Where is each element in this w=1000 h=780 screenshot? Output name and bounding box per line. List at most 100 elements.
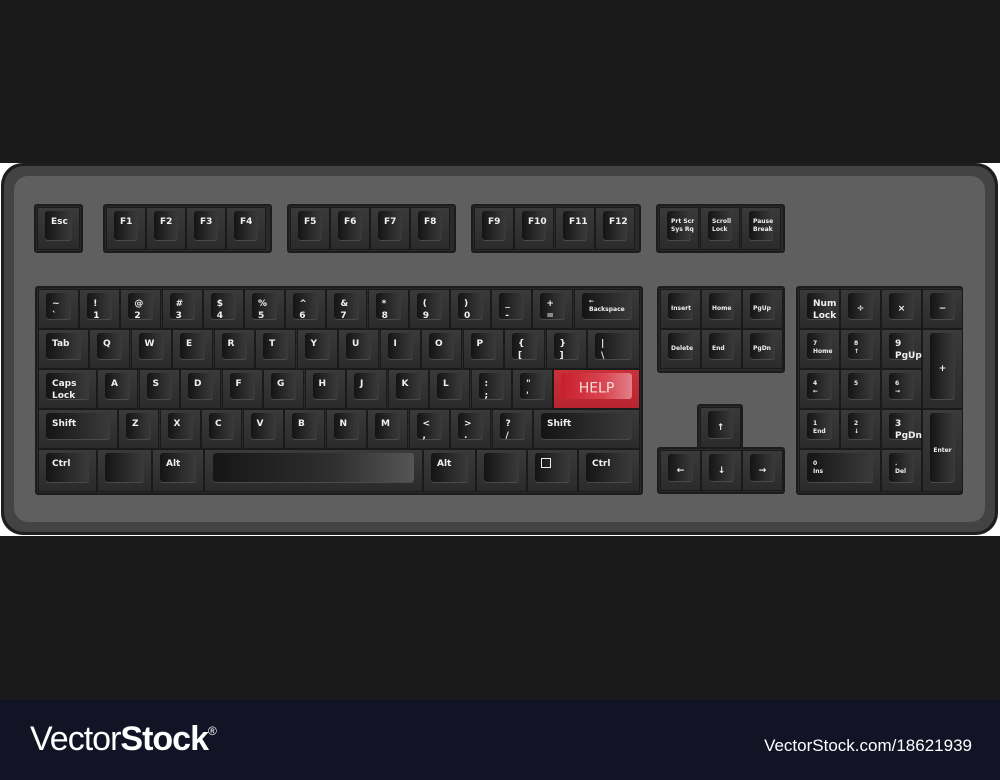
key-num2[interactable]: 2 ↓ [840, 409, 881, 449]
key-capslock[interactable]: Caps Lock [38, 369, 97, 409]
key-num8[interactable]: 8 ↑ [840, 329, 881, 369]
key-f5[interactable]: F5 [290, 207, 330, 250]
key-6[interactable]: ^ 6 [285, 289, 327, 329]
key-4[interactable]: $ 4 [202, 289, 244, 329]
key-p[interactable]: P [462, 329, 504, 369]
key-5[interactable]: % 5 [244, 289, 285, 329]
key-num7[interactable]: 7 Home [799, 329, 840, 369]
key-f[interactable]: F [221, 369, 263, 409]
key-0[interactable]: ) 0 [450, 289, 491, 329]
key-2[interactable]: @ 2 [120, 289, 162, 329]
key-tab[interactable]: Tab [38, 329, 89, 369]
key-f2[interactable]: F2 [146, 207, 186, 250]
key-u[interactable]: U [338, 329, 379, 369]
key-f7[interactable]: F7 [370, 207, 410, 250]
key-l[interactable]: L [429, 369, 470, 409]
key-delete[interactable]: Delete [660, 329, 701, 369]
key-minus[interactable]: _ - [491, 289, 533, 329]
key-equals[interactable]: + = [532, 289, 574, 329]
key-9[interactable]: ( 9 [408, 289, 450, 329]
key-z[interactable]: Z [118, 409, 159, 449]
key-f9[interactable]: F9 [474, 207, 514, 250]
key-quote[interactable]: " ' [512, 369, 553, 409]
key-num1[interactable]: 1 End [799, 409, 840, 449]
key-period[interactable]: > . [450, 409, 491, 449]
key-numlock[interactable]: Num Lock [799, 289, 840, 329]
key-left[interactable]: ← [660, 450, 701, 491]
key-add[interactable]: + [922, 329, 963, 409]
key-enter[interactable]: Enter [922, 409, 963, 492]
key-n[interactable]: N [325, 409, 367, 449]
key-lbracket[interactable]: { [ [504, 329, 545, 369]
key-8[interactable]: * 8 [367, 289, 409, 329]
key-lalt[interactable]: Alt [152, 449, 204, 492]
key-num0[interactable]: 0 Ins [799, 449, 881, 492]
key-s[interactable]: S [138, 369, 180, 409]
key-m[interactable]: M [367, 409, 408, 449]
key-f8[interactable]: F8 [410, 207, 450, 250]
key-semicolon[interactable]: : ; [470, 369, 512, 409]
key-y[interactable]: Y [296, 329, 338, 369]
key-f11[interactable]: F11 [555, 207, 595, 250]
key-v[interactable]: V [242, 409, 284, 449]
key-insert[interactable]: Insert [660, 289, 701, 329]
key-g[interactable]: G [263, 369, 304, 409]
key-num4[interactable]: 4 ← [799, 369, 840, 409]
key-7[interactable]: & 7 [326, 289, 368, 329]
key-1[interactable]: ! 1 [79, 289, 121, 329]
key-space[interactable] [204, 449, 423, 492]
key-decimal[interactable]: . Del [881, 449, 922, 492]
key-pgdn[interactable]: PgDn [742, 329, 783, 369]
key-b[interactable]: B [284, 409, 325, 449]
key-up[interactable]: ↑ [700, 407, 741, 448]
key-subtract[interactable]: − [922, 289, 963, 329]
key-h[interactable]: H [304, 369, 346, 409]
key-multiply[interactable]: × [881, 289, 922, 329]
key-backtick[interactable]: ~ ` [38, 289, 79, 329]
key-f12[interactable]: F12 [595, 207, 635, 250]
key-slash[interactable]: ? / [491, 409, 533, 449]
key-x[interactable]: X [159, 409, 201, 449]
key-num9[interactable]: 9 PgUp [881, 329, 922, 369]
key-down[interactable]: ↓ [701, 450, 742, 491]
key-t[interactable]: T [255, 329, 296, 369]
key-a[interactable]: A [97, 369, 138, 409]
key-f6[interactable]: F6 [330, 207, 370, 250]
key-pausebreak[interactable]: Pause Break [741, 207, 781, 250]
key-f10[interactable]: F10 [514, 207, 554, 250]
key-e[interactable]: E [172, 329, 213, 369]
key-r[interactable]: R [213, 329, 255, 369]
key-scrolllock[interactable]: Scroll Lock [700, 207, 740, 250]
key-prtscr[interactable]: Prt Scr Sys Rq [659, 207, 699, 250]
key-pgup[interactable]: PgUp [742, 289, 783, 329]
key-num3[interactable]: 3 PgDn [881, 409, 922, 449]
key-j[interactable]: J [346, 369, 387, 409]
key-rwin[interactable] [476, 449, 527, 492]
key-lctrl[interactable]: Ctrl [38, 449, 97, 492]
key-num6[interactable]: 6 → [881, 369, 922, 409]
key-divide[interactable]: ÷ [840, 289, 881, 329]
key-w[interactable]: W [130, 329, 172, 369]
key-help[interactable]: HELP [553, 369, 640, 409]
key-f3[interactable]: F3 [186, 207, 226, 250]
key-backspace[interactable]: ← Backspace [574, 289, 640, 329]
key-q[interactable]: Q [89, 329, 130, 369]
key-comma[interactable]: < , [408, 409, 450, 449]
key-num5[interactable]: 5 [840, 369, 881, 409]
key-d[interactable]: D [180, 369, 221, 409]
key-i[interactable]: I [379, 329, 421, 369]
key-esc[interactable]: Esc [37, 207, 80, 250]
key-rctrl[interactable]: Ctrl [578, 449, 640, 492]
key-lwin[interactable] [97, 449, 152, 492]
key-backslash[interactable]: | \ [587, 329, 640, 369]
key-menu[interactable] [527, 449, 578, 492]
key-rbracket[interactable]: } ] [545, 329, 587, 369]
key-lshift[interactable]: Shift [38, 409, 118, 449]
key-3[interactable]: # 3 [161, 289, 203, 329]
key-f4[interactable]: F4 [226, 207, 266, 250]
key-home[interactable]: Home [701, 289, 742, 329]
key-f1[interactable]: F1 [106, 207, 146, 250]
key-c[interactable]: C [201, 409, 242, 449]
key-end[interactable]: End [701, 329, 742, 369]
key-right[interactable]: → [742, 450, 783, 491]
